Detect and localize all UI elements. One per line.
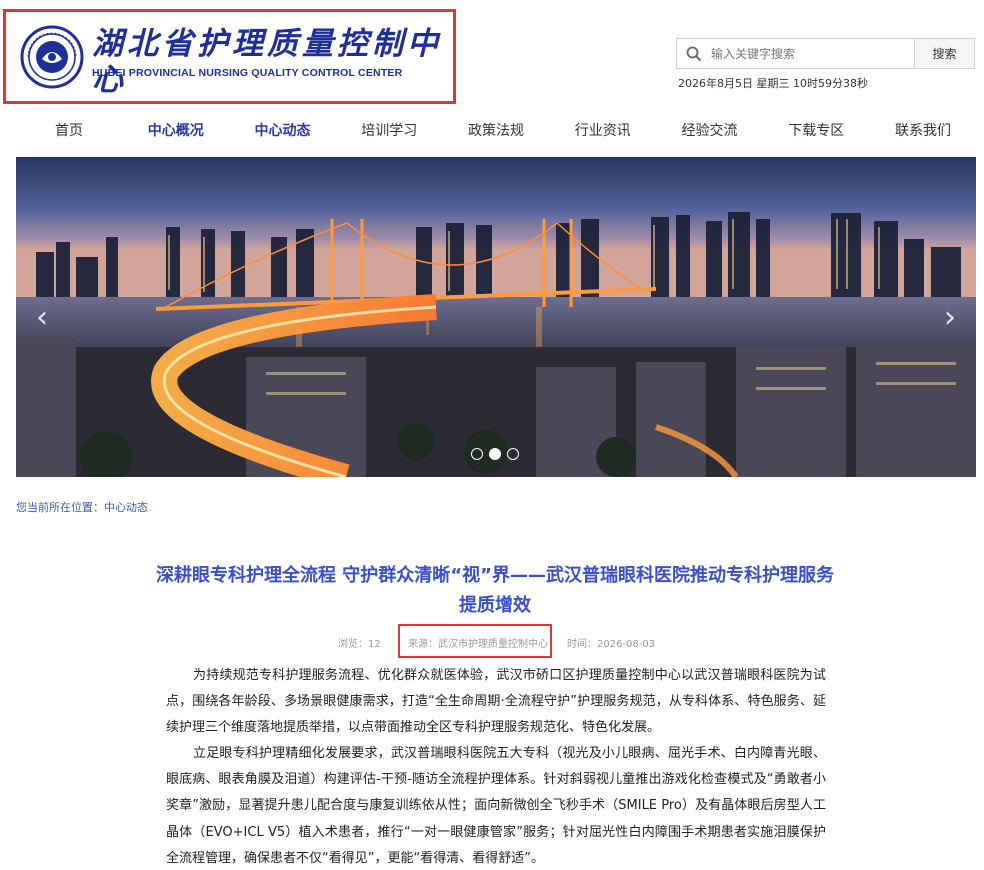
article-title: 深耕眼专科护理全流程 守护群众清晰“视”界——武汉普瑞眼科医院推动专科护理服务提… — [156, 565, 834, 616]
banner-pagination — [471, 448, 519, 460]
banner-dot-2[interactable] — [489, 448, 501, 460]
site-logo[interactable]: 湖北省护理质量控制中心 HUBEI PROVINCIAL NURSING QUA… — [3, 9, 456, 104]
article-source: 来源：武汉市护理质量控制中心 — [398, 624, 552, 658]
article-views: 浏览：12 — [338, 639, 381, 650]
banner-prev-button[interactable]: ‹ — [30, 299, 54, 335]
logo-title-en: HUBEI PROVINCIAL NURSING QUALITY CONTROL… — [92, 67, 403, 79]
logo-emblem-icon — [20, 25, 84, 89]
chevron-right-icon: › — [944, 299, 956, 335]
nav-item-policy[interactable]: 政策法规 — [443, 120, 549, 140]
search-bar: 搜索 — [676, 38, 975, 69]
nav-item-industry[interactable]: 行业资讯 — [550, 120, 656, 140]
nav-item-download[interactable]: 下载专区 — [763, 120, 869, 140]
article-paragraph-1: 为持续规范专科护理服务流程、优化群众就医体验，武汉市硚口区护理质量控制中心以武汉… — [166, 668, 826, 736]
chevron-left-icon: ‹ — [36, 299, 48, 335]
nav-item-home[interactable]: 首页 — [16, 120, 122, 140]
current-datetime: 2026年8月5日 星期三 10时59分38秒 — [678, 77, 868, 90]
banner-carousel[interactable]: ‹ › — [16, 157, 976, 477]
breadcrumb-prefix: 您当前所在位置： — [16, 501, 104, 514]
banner-dot-1[interactable] — [471, 448, 483, 460]
search-input[interactable] — [711, 39, 914, 68]
article-meta: 浏览：12 来源：武汉市护理质量控制中心 时间：2026-08-03 — [0, 622, 984, 658]
nav-item-training[interactable]: 培训学习 — [336, 120, 442, 140]
nav-item-about[interactable]: 中心概况 — [123, 120, 229, 140]
banner-image — [16, 157, 976, 477]
article-paragraph-2: 立足眼专科护理精细化发展要求，武汉普瑞眼科医院五大专科（视光及小儿眼病、屈光手术… — [166, 746, 826, 866]
search-icon — [677, 39, 711, 68]
search-button[interactable]: 搜索 — [914, 39, 974, 68]
nav-item-news[interactable]: 中心动态 — [230, 120, 336, 140]
nav-item-experience[interactable]: 经验交流 — [657, 120, 763, 140]
main-nav: 首页 中心概况 中心动态 培训学习 政策法规 行业资讯 经验交流 下载专区 联系… — [16, 110, 976, 150]
banner-dot-3[interactable] — [507, 448, 519, 460]
article-time: 时间：2026-08-03 — [567, 639, 656, 650]
logo-title-cn: 湖北省护理质量控制中心 — [92, 26, 442, 98]
nav-item-contact[interactable]: 联系我们 — [870, 120, 976, 140]
banner-next-button[interactable]: › — [938, 299, 962, 335]
breadcrumb: 您当前所在位置：中心动态 — [16, 499, 148, 515]
breadcrumb-current[interactable]: 中心动态 — [104, 501, 148, 514]
